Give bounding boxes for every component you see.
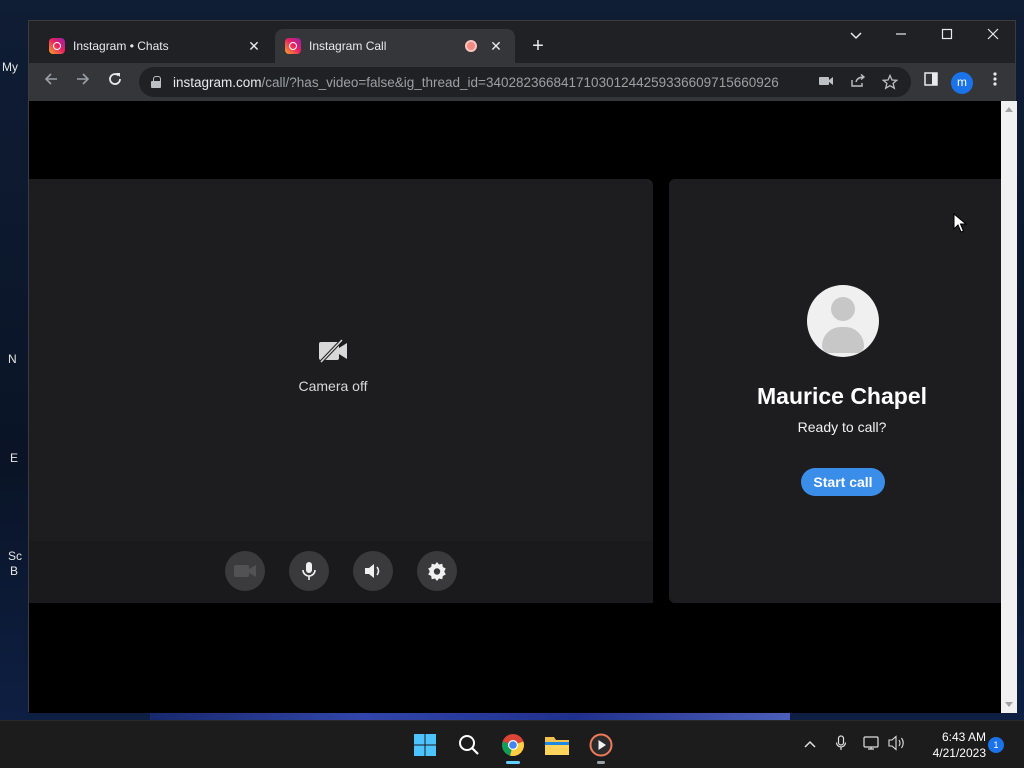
url-text[interactable]: instagram.com/call/?has_video=false&ig_t… <box>173 75 793 90</box>
clock-date: 4/21/2023 <box>932 746 986 760</box>
camera-off-label: Camera off <box>298 378 368 394</box>
camera-blocked-icon[interactable] <box>817 74 835 90</box>
desktop-label[interactable]: My <box>2 60 18 74</box>
forward-button[interactable] <box>71 71 95 95</box>
show-hidden-icons-chevron-icon[interactable] <box>800 735 820 751</box>
active-app-indicator <box>506 761 520 764</box>
volume-icon[interactable] <box>887 735 907 754</box>
close-tab-icon[interactable]: ✕ <box>487 38 505 55</box>
recording-indicator-icon <box>465 40 477 52</box>
self-video-panel: Camera off <box>29 179 653 603</box>
share-icon[interactable] <box>849 73 867 91</box>
chrome-icon[interactable] <box>499 731 527 759</box>
network-icon[interactable] <box>862 735 882 754</box>
tab-title: Instagram • Chats <box>73 39 169 53</box>
more-menu-icon[interactable] <box>983 71 1007 95</box>
back-button[interactable] <box>39 71 63 95</box>
microphone-button[interactable] <box>289 551 329 591</box>
callee-avatar <box>807 285 879 357</box>
tab-title: Instagram Call <box>309 39 387 53</box>
tab-instagram-chats[interactable]: Instagram • Chats ✕ <box>39 29 273 63</box>
tab-search-chevron-icon[interactable] <box>841 27 871 43</box>
running-app-indicator <box>597 761 605 764</box>
call-controls <box>29 541 653 603</box>
lock-icon[interactable] <box>151 76 161 88</box>
callee-name: Maurice Chapel <box>757 383 927 409</box>
browser-window: Instagram • Chats ✕ Instagram Call ✕ + i… <box>28 20 1017 713</box>
bookmark-star-icon[interactable] <box>881 73 899 93</box>
side-panel-icon[interactable] <box>919 71 943 95</box>
instagram-icon <box>49 38 65 54</box>
tab-strip: Instagram • Chats ✕ Instagram Call ✕ + <box>29 21 1015 63</box>
system-clock[interactable]: 6:43 AM 4/21/2023 <box>914 729 986 761</box>
profile-avatar[interactable]: m <box>951 72 973 94</box>
notification-badge[interactable]: 1 <box>988 737 1004 753</box>
browser-toolbar: instagram.com/call/?has_video=false&ig_t… <box>29 63 1015 101</box>
minimize-button[interactable] <box>886 27 916 43</box>
scroll-up-icon[interactable] <box>1005 107 1013 112</box>
close-tab-icon[interactable]: ✕ <box>245 38 263 55</box>
desktop-label[interactable]: E <box>10 451 18 465</box>
file-explorer-icon[interactable] <box>543 731 571 759</box>
desktop-label[interactable]: N <box>8 352 17 366</box>
tab-instagram-call[interactable]: Instagram Call ✕ <box>275 29 515 63</box>
desktop-label[interactable]: Sc <box>8 549 22 563</box>
media-player-icon[interactable] <box>587 731 615 759</box>
start-windows-icon[interactable] <box>411 731 439 759</box>
video-toggle-button[interactable] <box>225 551 265 591</box>
clock-time: 6:43 AM <box>941 730 986 744</box>
camera-off-status: Camera off <box>29 338 637 394</box>
scroll-down-icon[interactable] <box>1005 702 1013 707</box>
speaker-button[interactable] <box>353 551 393 591</box>
ready-prompt: Ready to call? <box>797 419 887 435</box>
call-card: Maurice Chapel Ready to call? Start call <box>669 179 1001 603</box>
mouse-cursor-icon <box>953 212 968 238</box>
new-tab-button[interactable]: + <box>527 35 549 58</box>
call-page: Camera off Maurice Chapel Ready to call?… <box>29 101 1001 713</box>
maximize-button[interactable] <box>932 27 962 43</box>
instagram-icon <box>285 38 301 54</box>
camera-off-icon <box>318 338 348 367</box>
start-call-button[interactable]: Start call <box>801 468 885 496</box>
reload-button[interactable] <box>103 71 127 95</box>
desktop-label[interactable]: B <box>10 564 18 578</box>
search-icon[interactable] <box>455 731 483 759</box>
close-window-button[interactable] <box>978 27 1008 43</box>
settings-gear-button[interactable] <box>417 551 457 591</box>
microphone-in-use-icon[interactable] <box>831 735 851 754</box>
address-bar[interactable]: instagram.com/call/?has_video=false&ig_t… <box>139 67 911 97</box>
page-scrollbar[interactable] <box>1001 101 1017 713</box>
taskbar: 6:43 AM 4/21/2023 1 <box>0 720 1024 768</box>
